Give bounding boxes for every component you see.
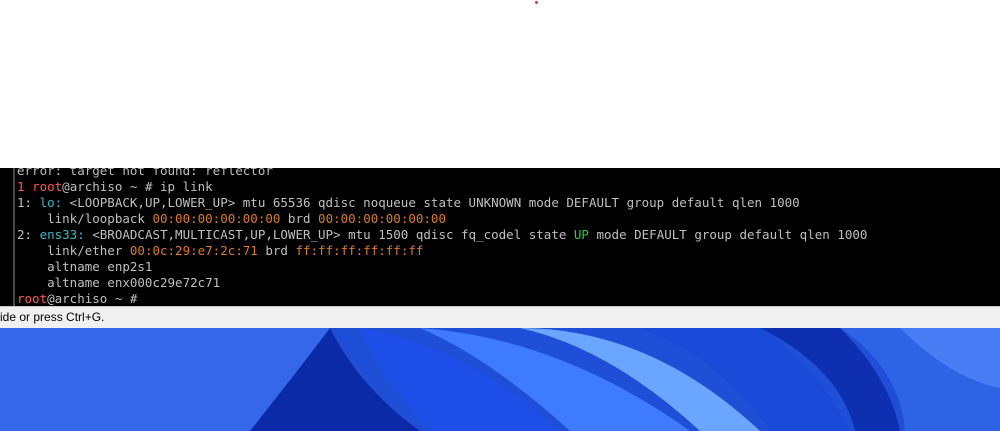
terminal-left-border	[13, 168, 15, 306]
terminal-line: error: target not found: reflector	[17, 168, 1000, 179]
terminal-text-segment: link/loopback	[17, 211, 153, 226]
terminal-text-segment: 2:	[17, 227, 40, 242]
desktop-wallpaper	[0, 328, 1000, 431]
wallpaper-bloom-art	[0, 328, 1000, 431]
terminal-text-segment: link/ether	[17, 243, 130, 258]
red-dot-marker	[535, 1, 538, 4]
terminal-window[interactable]: error: target not found: reflector 1 root…	[0, 168, 1000, 306]
terminal-line: 1: lo: <LOOPBACK,UP,LOWER_UP> mtu 65536 …	[17, 195, 1000, 211]
status-bar: ide or press Ctrl+G.	[0, 306, 1000, 328]
terminal-text-segment: 00:00:00:00:00:00	[318, 211, 446, 226]
terminal-text-segment: altname enx000c29e72c71	[17, 275, 221, 290]
terminal-text-segment: <BROADCAST,MULTICAST,UP,LOWER_UP> mtu 15…	[84, 227, 574, 242]
terminal-line: link/ether 00:0c:29:e7:2c:71 brd ff:ff:f…	[17, 243, 1000, 259]
terminal-text-segment: 1:	[17, 195, 40, 210]
blank-window-area	[0, 0, 1000, 168]
terminal-text-segment: @archiso ~ # ip link	[62, 179, 213, 194]
terminal-text-segment: root	[17, 291, 48, 306]
terminal-text-segment: <LOOPBACK,UP,LOWER_UP> mtu 65536 qdisc n…	[62, 195, 800, 210]
terminal-line: 1 root@archiso ~ # ip link	[17, 179, 1000, 195]
terminal-text-segment: lo:	[39, 195, 63, 210]
terminal-line: link/loopback 00:00:00:00:00:00 brd 00:0…	[17, 211, 1000, 227]
terminal-line: 2: ens33: <BROADCAST,MULTICAST,UP,LOWER_…	[17, 227, 1000, 243]
terminal-output: error: target not found: reflector 1 root…	[17, 168, 1000, 306]
status-bar-hint: ide or press Ctrl+G.	[0, 310, 105, 324]
terminal-text-segment: error: target not found: reflector	[17, 168, 273, 178]
terminal-text-segment: @archiso ~ #	[47, 291, 138, 306]
terminal-text-segment: 00:0c:29:e7:2c:71	[129, 243, 258, 258]
terminal-text-segment: ff:ff:ff:ff:ff:ff	[295, 243, 424, 258]
terminal-text-segment: altname enp2s1	[17, 259, 153, 274]
terminal-text-segment: UP	[573, 227, 589, 242]
terminal-text-segment: 1	[17, 179, 33, 194]
terminal-line: altname enp2s1	[17, 259, 1000, 275]
terminal-text-segment: root	[32, 179, 63, 194]
terminal-text-segment: brd	[280, 211, 319, 226]
terminal-text-segment: brd	[257, 243, 296, 258]
terminal-text-segment: ens33:	[39, 227, 85, 242]
terminal-text-segment: mode DEFAULT group default qlen 1000	[588, 227, 868, 242]
terminal-line: altname enx000c29e72c71	[17, 275, 1000, 291]
terminal-line: root@archiso ~ #	[17, 291, 1000, 306]
terminal-text-segment: 00:00:00:00:00:00	[152, 211, 281, 226]
